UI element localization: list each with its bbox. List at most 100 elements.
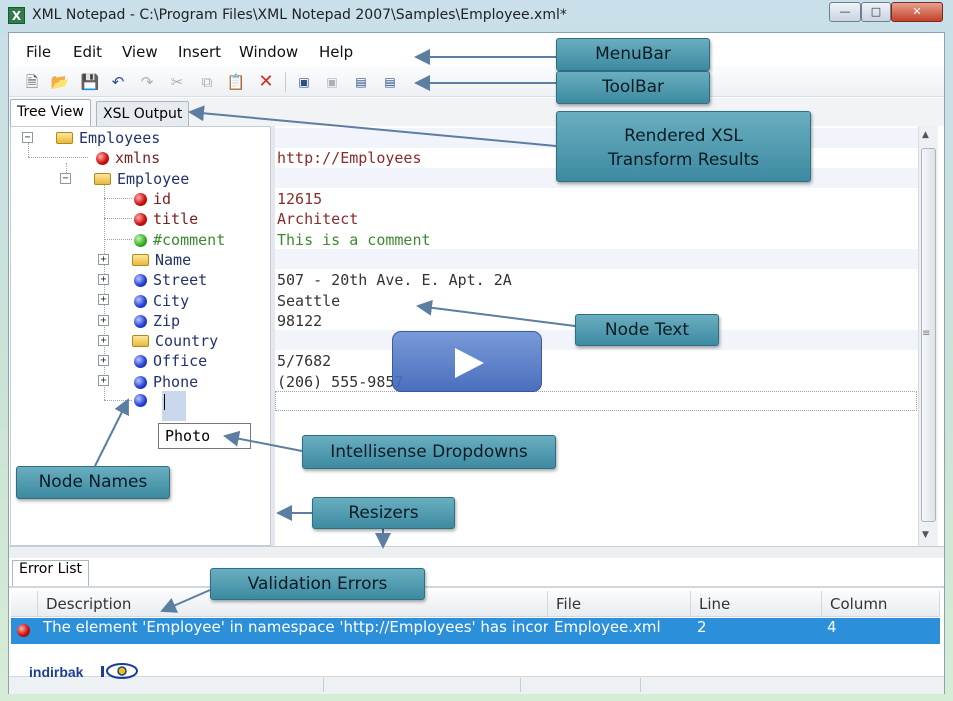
- tree-node-new[interactable]: [134, 393, 153, 409]
- element-icon: [134, 394, 147, 407]
- collapse-icon[interactable]: −: [60, 173, 71, 184]
- column-header-icon[interactable]: [11, 591, 38, 617]
- error-icon: [17, 624, 30, 637]
- node-value[interactable]: 507 - 20th Ave. E. Apt. 2A: [277, 271, 512, 289]
- node-value[interactable]: Seattle: [277, 292, 340, 310]
- delete-icon[interactable]: ✕: [256, 72, 276, 92]
- column-header-column[interactable]: Column: [822, 591, 940, 617]
- intellisense-dropdown[interactable]: Photo: [158, 423, 251, 449]
- maximize-button[interactable]: □: [861, 2, 891, 22]
- open-folder-icon[interactable]: 📂: [50, 72, 70, 92]
- expand-icon[interactable]: +: [98, 375, 109, 386]
- expand-icon[interactable]: +: [98, 335, 109, 346]
- node-value[interactable]: 98122: [277, 312, 322, 330]
- tree-node-country[interactable]: Country: [132, 332, 218, 350]
- menu-window[interactable]: Window: [239, 43, 298, 61]
- window-title: XML Notepad - C:\Program Files\XML Notep…: [32, 7, 567, 23]
- tab-error-list[interactable]: Error List: [12, 560, 90, 586]
- tree-node-employees[interactable]: Employees: [56, 129, 160, 147]
- tree-node-employee[interactable]: Employee: [94, 170, 189, 188]
- expand-icon[interactable]: +: [98, 315, 109, 326]
- menu-edit[interactable]: Edit: [73, 43, 102, 61]
- new-file-icon[interactable]: 🗎: [22, 72, 42, 92]
- tab-tree-view[interactable]: Tree View: [10, 99, 91, 127]
- node-value[interactable]: This is a comment: [277, 231, 431, 249]
- node-name-editor[interactable]: [162, 391, 186, 421]
- menu-insert[interactable]: Insert: [178, 43, 221, 61]
- save-icon[interactable]: 💾: [80, 72, 100, 92]
- node-label: Zip: [153, 312, 181, 330]
- expand-icon[interactable]: +: [98, 294, 109, 305]
- error-column: 4: [827, 618, 837, 636]
- tree-node-office[interactable]: Office: [134, 352, 207, 370]
- callout-line: Transform Results: [607, 150, 760, 170]
- tree-node-phone[interactable]: Phone: [134, 373, 198, 391]
- node-value[interactable]: 12615: [277, 190, 322, 208]
- tree-node-title[interactable]: title: [134, 210, 198, 228]
- node-label: xmlns: [115, 149, 161, 167]
- expand-icon[interactable]: +: [98, 355, 109, 366]
- close-button[interactable]: ✕: [891, 2, 943, 22]
- node-value[interactable]: (206) 555-9857: [277, 373, 403, 391]
- bottom-resizer[interactable]: [9, 546, 944, 558]
- tree-node-city[interactable]: City: [134, 292, 189, 310]
- app-icon: X: [8, 7, 25, 24]
- callout-toolbar: ToolBar: [556, 71, 710, 104]
- minimize-button[interactable]: —: [829, 2, 861, 22]
- dropdown-option[interactable]: Photo: [165, 427, 210, 445]
- menu-help[interactable]: Help: [319, 43, 353, 61]
- callout-xsl-output: Rendered XSL Transform Results: [556, 111, 811, 182]
- redo-icon[interactable]: ↷: [137, 72, 157, 92]
- copy-icon[interactable]: ⧉: [197, 72, 217, 92]
- node-label: Street: [153, 271, 208, 289]
- column-header-line[interactable]: Line: [691, 591, 822, 617]
- callout-node-text: Node Text: [575, 314, 719, 346]
- nudge-right-icon[interactable]: ▤: [380, 72, 400, 92]
- undo-icon[interactable]: ↶: [108, 72, 128, 92]
- node-label: Employee: [117, 170, 190, 188]
- tree-node-zip[interactable]: Zip: [134, 312, 180, 330]
- tree-node-name[interactable]: Name: [132, 251, 191, 269]
- node-value[interactable]: Architect: [277, 210, 358, 228]
- tree-node-street[interactable]: Street: [134, 271, 207, 289]
- node-label: Employees: [79, 129, 161, 147]
- element-icon: [134, 315, 147, 328]
- folder-icon: [132, 254, 149, 266]
- text-caret: [164, 394, 165, 410]
- row-band: [275, 249, 918, 269]
- tree-node-id[interactable]: id: [134, 190, 171, 208]
- element-icon: [134, 274, 147, 287]
- collapse-icon[interactable]: −: [22, 132, 33, 143]
- node-label: #comment: [153, 231, 226, 249]
- attribute-icon: [134, 213, 147, 226]
- status-bar: [9, 676, 944, 694]
- callout-node-names: Node Names: [16, 466, 170, 499]
- node-value[interactable]: 5/7682: [277, 352, 331, 370]
- element-icon: [134, 295, 147, 308]
- scroll-down-icon[interactable]: ▼: [922, 530, 929, 540]
- node-value[interactable]: http://Employees: [277, 149, 422, 167]
- error-file: Employee.xml: [554, 618, 661, 636]
- nudge-up-icon[interactable]: ▣: [294, 72, 314, 92]
- scroll-up-icon[interactable]: ▲: [922, 130, 929, 140]
- status-divider: [640, 678, 641, 692]
- element-icon: [134, 355, 147, 368]
- node-label: Country: [155, 332, 219, 350]
- nudge-down-icon[interactable]: ▣: [322, 72, 342, 92]
- expand-icon[interactable]: +: [98, 274, 109, 285]
- menu-file[interactable]: File: [26, 43, 51, 61]
- cut-icon[interactable]: ✂: [167, 72, 187, 92]
- tree-node-xmlns[interactable]: xmlns: [96, 149, 160, 167]
- nudge-left-icon[interactable]: ▤: [351, 72, 371, 92]
- value-edit-row[interactable]: [275, 391, 917, 411]
- tree-node-comment[interactable]: #comment: [134, 231, 225, 249]
- folder-icon: [94, 173, 111, 185]
- menu-view[interactable]: View: [122, 43, 158, 61]
- node-label: Name: [155, 251, 192, 269]
- expand-icon[interactable]: +: [98, 254, 109, 265]
- column-header-file[interactable]: File: [548, 591, 691, 617]
- comment-icon: [134, 234, 147, 247]
- eye-logo-icon: [101, 663, 138, 679]
- tab-xsl-output[interactable]: XSL Output: [96, 101, 190, 127]
- paste-icon[interactable]: 📋: [226, 72, 246, 92]
